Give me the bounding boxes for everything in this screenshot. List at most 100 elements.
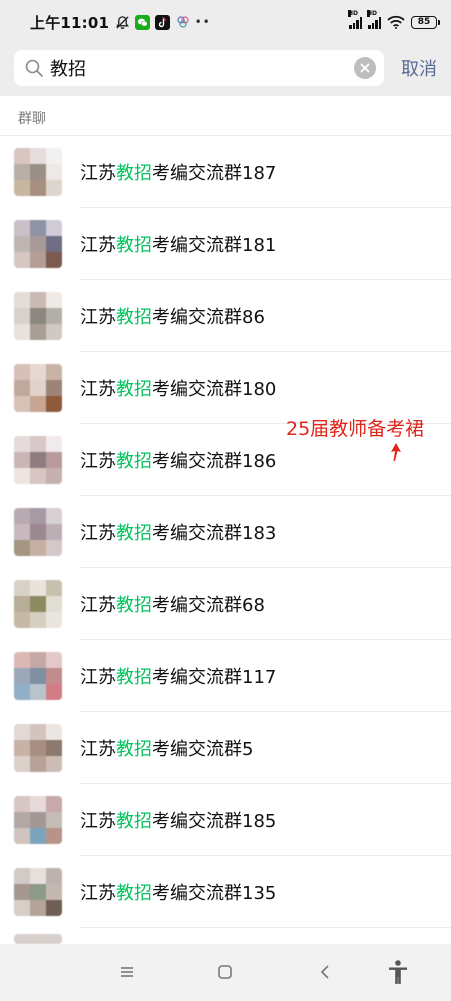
avatar-tile (46, 292, 62, 308)
avatar-tile (46, 724, 62, 740)
list-item[interactable]: 江苏教招考编交流群187 (0, 136, 451, 208)
avatar-tile (14, 652, 30, 668)
avatar (14, 724, 62, 772)
avatar-tile (14, 596, 30, 612)
avatar-tile (30, 308, 46, 324)
close-icon (360, 63, 370, 73)
list-item[interactable]: 江苏教招考编交流群68 (0, 568, 451, 640)
group-name: 江苏教招考编交流群68 (80, 591, 265, 617)
avatar-tile (30, 724, 46, 740)
list-item[interactable]: 江苏教招考编交流群5 (0, 712, 451, 784)
group-name-highlight: 教招 (116, 811, 152, 832)
back-icon[interactable] (311, 958, 339, 986)
avatar-tile (30, 436, 46, 452)
avatar (14, 148, 62, 196)
group-name-suffix: 考编交流群181 (152, 235, 277, 256)
avatar-tile (14, 580, 30, 596)
avatar-tile (46, 684, 62, 700)
search-icon (25, 59, 43, 77)
avatar-tile (30, 796, 46, 812)
list-item[interactable]: 江苏教招考编交流群135 (0, 856, 451, 928)
avatar-tile (14, 884, 30, 900)
search-box[interactable] (14, 50, 384, 86)
group-name-suffix: 考编交流群180 (152, 379, 277, 400)
avatar-tile (46, 524, 62, 540)
group-name-prefix: 江苏 (80, 595, 116, 616)
avatar-tile (14, 364, 30, 380)
list-item[interactable]: 江苏教招考编交流群181 (0, 208, 451, 280)
avatar-tile (46, 180, 62, 196)
avatar-tile (14, 724, 30, 740)
avatar-tile (14, 828, 30, 844)
group-name-prefix: 江苏 (80, 667, 116, 688)
group-name-prefix: 江苏 (80, 163, 116, 184)
search-input[interactable] (50, 57, 354, 79)
avatar-tile (46, 900, 62, 916)
avatar-tile (14, 900, 30, 916)
avatar (14, 580, 62, 628)
avatar-tile (46, 508, 62, 524)
avatar-tile (46, 468, 62, 484)
search-bar: 取消 (0, 44, 451, 92)
avatar-tile (30, 668, 46, 684)
avatar-tile (46, 164, 62, 180)
avatar-tile (30, 164, 46, 180)
group-name: 江苏教招考编交流群117 (80, 663, 276, 689)
list-item[interactable]: 江苏教招考编交流群185 (0, 784, 451, 856)
avatar-tile (14, 180, 30, 196)
avatar-tile (14, 740, 30, 756)
avatar-tile (30, 380, 46, 396)
avatar-tile (14, 668, 30, 684)
signal-hd-icon: HD (348, 9, 362, 29)
home-square-icon[interactable] (211, 958, 239, 986)
group-name-suffix: 考编交流群187 (152, 163, 277, 184)
avatar-tile (30, 220, 46, 236)
avatar-tile (46, 828, 62, 844)
group-name: 江苏教招考编交流群86 (80, 303, 265, 329)
avatar-tile (46, 148, 62, 164)
avatar-tile (30, 884, 46, 900)
group-name: 江苏教招考编交流群181 (80, 231, 276, 257)
avatar-tile (30, 364, 46, 380)
group-name-suffix: 考编交流群183 (152, 523, 277, 544)
avatar-tile (14, 252, 30, 268)
list-item[interactable]: 江苏教招考编交流群183 (0, 496, 451, 568)
accessibility-icon[interactable] (384, 958, 412, 986)
clear-search-button[interactable] (354, 57, 376, 79)
avatar-tile (30, 756, 46, 772)
avatar (14, 934, 62, 944)
avatar-tile (46, 668, 62, 684)
group-name-highlight: 教招 (116, 451, 152, 472)
group-name-prefix: 江苏 (80, 883, 116, 904)
avatar-tile (46, 396, 62, 412)
avatar-tile (30, 324, 46, 340)
group-name-highlight: 教招 (116, 307, 152, 328)
annotation-text: 25届教师备考裙 (286, 418, 425, 440)
avatar-tile (46, 796, 62, 812)
avatar (14, 652, 62, 700)
system-nav-bar (0, 944, 451, 1001)
avatar-tile (14, 148, 30, 164)
avatar-tile (14, 868, 30, 884)
cancel-button[interactable]: 取消 (401, 55, 437, 81)
group-name-highlight: 教招 (116, 379, 152, 400)
group-name: 江苏教招考编交流群183 (80, 519, 276, 545)
avatar-tile (46, 380, 62, 396)
avatar-tile (46, 756, 62, 772)
group-name-prefix: 江苏 (80, 379, 116, 400)
avatar-tile (30, 524, 46, 540)
avatar-tile (14, 292, 30, 308)
cloud-icon (175, 15, 190, 30)
group-name-prefix: 江苏 (80, 811, 116, 832)
group-name-highlight: 教招 (116, 163, 152, 184)
status-left-icons: •• (115, 14, 210, 30)
group-name-prefix: 江苏 (80, 523, 116, 544)
avatar-tile (14, 812, 30, 828)
avatar-tile (30, 508, 46, 524)
group-name: 江苏教招考编交流群180 (80, 375, 276, 401)
avatar-tile (14, 324, 30, 340)
avatar-tile (30, 180, 46, 196)
list-item[interactable]: 江苏教招考编交流群117 (0, 640, 451, 712)
list-item[interactable]: 江苏教招考编交流群86 (0, 280, 451, 352)
menu-icon[interactable] (113, 958, 141, 986)
